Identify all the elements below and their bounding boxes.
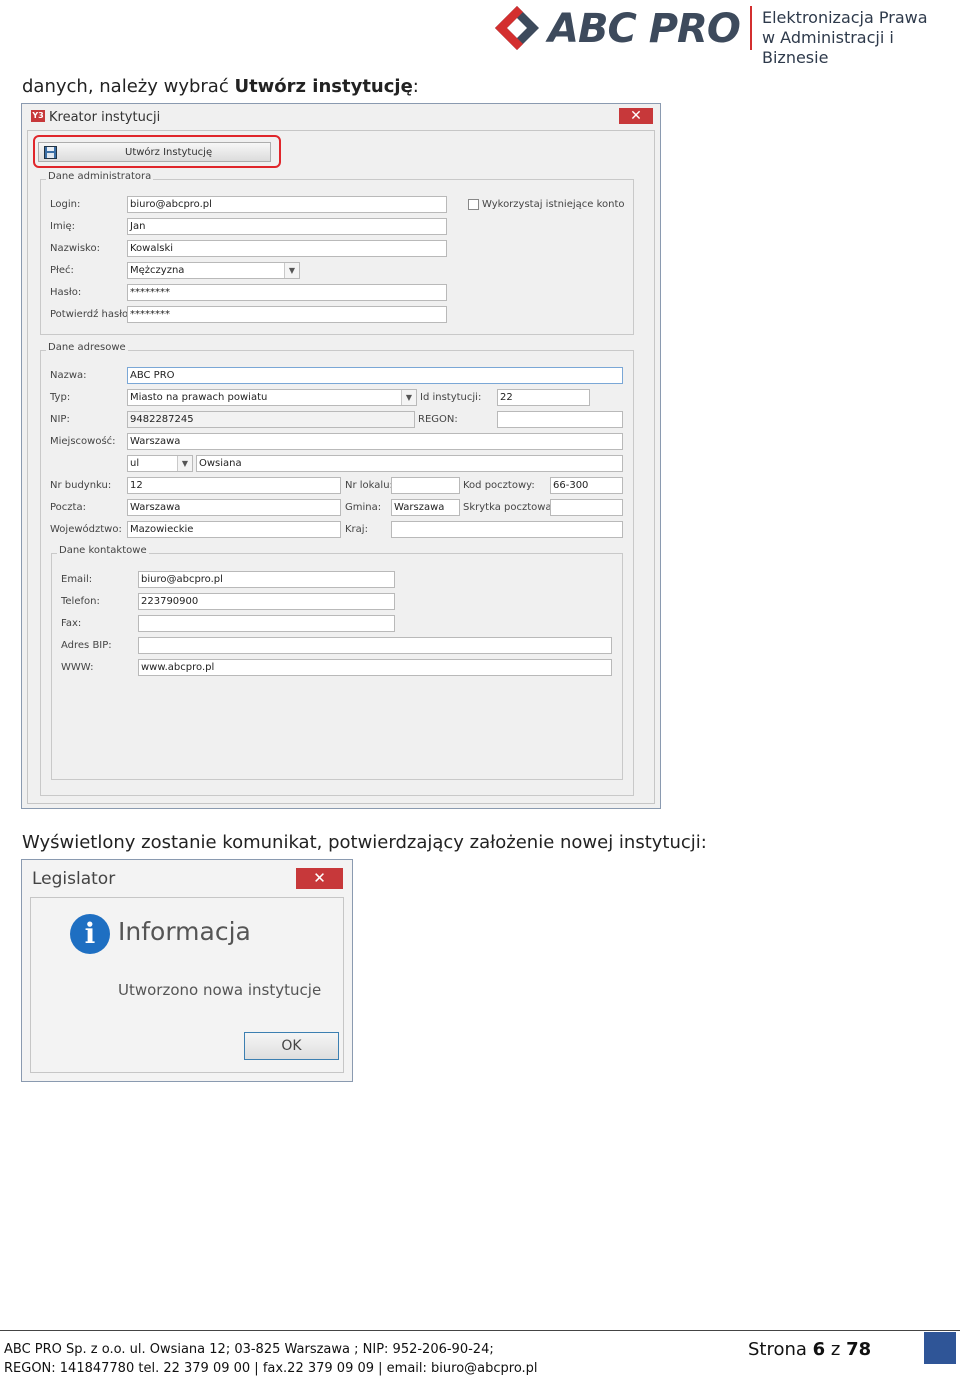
gender-select[interactable]: Mężczyzna ▼ [127, 262, 300, 279]
intro-bold: Utwórz instytucję [234, 76, 413, 97]
password-input[interactable]: ******** [127, 284, 447, 301]
www-label: WWW: [61, 662, 94, 673]
dialog-heading: Informacja [118, 917, 251, 946]
street-prefix-value: ul [130, 458, 140, 469]
address-group-title: Dane adresowe [46, 342, 128, 353]
admin-group-title: Dane administratora [46, 171, 154, 182]
type-select[interactable]: Miasto na prawach powiatu ▼ [127, 389, 417, 406]
regon-input[interactable] [497, 411, 623, 428]
brand-name: ABC PRO [548, 6, 741, 52]
commune-input[interactable]: Warszawa [391, 499, 460, 516]
use-existing-checkbox[interactable] [468, 199, 479, 210]
pobox-label: Skrytka pocztowa: [463, 502, 555, 513]
intro-prefix: danych, należy wybrać [22, 76, 235, 97]
institution-id-input[interactable]: 22 [497, 389, 590, 406]
institution-id-label: Id instytucji: [420, 392, 482, 403]
page-indicator: Strona 6 z 78 [748, 1339, 871, 1360]
local-label: Nr lokalu: [345, 480, 393, 491]
footer-address: ABC PRO Sp. z o.o. ul. Owsiana 12; 03-82… [4, 1340, 538, 1378]
nip-label: NIP: [50, 414, 70, 425]
dialog-message: Utworzono nowa instytucje [118, 981, 322, 999]
city-input[interactable]: Warszawa [127, 433, 623, 450]
email-input[interactable]: biuro@abcpro.pl [138, 571, 395, 588]
www-input[interactable]: www.abcpro.pl [138, 659, 612, 676]
first-name-input[interactable]: Jan [127, 218, 447, 235]
logo-separator [750, 6, 752, 50]
login-label: Login: [50, 199, 81, 210]
postal-input[interactable]: 66-300 [550, 477, 623, 494]
save-icon [44, 146, 57, 159]
create-button-label: Utwórz Instytucję [125, 147, 213, 158]
street-input[interactable]: Owsiana [196, 455, 623, 472]
dialog-close-button[interactable]: ✕ [296, 868, 343, 889]
phone-input[interactable]: 223790900 [138, 593, 395, 610]
country-label: Kraj: [345, 524, 368, 535]
footer-brand-block [924, 1332, 956, 1364]
email-label: Email: [61, 574, 93, 585]
first-name-label: Imię: [50, 221, 75, 232]
ok-button[interactable]: OK [244, 1032, 339, 1060]
intro-paragraph: danych, należy wybrać Utwórz instytucję: [22, 76, 419, 97]
voivodeship-label: Województwo: [50, 524, 122, 535]
contact-group-title: Dane kontaktowe [57, 545, 149, 556]
phone-label: Telefon: [61, 596, 100, 607]
gender-label: Płeć: [50, 265, 74, 276]
page-mid: z [825, 1339, 847, 1360]
building-label: Nr budynku: [50, 480, 112, 491]
fax-label: Fax: [61, 618, 82, 629]
last-name-input[interactable]: Kowalski [127, 240, 447, 257]
nip-input[interactable]: 9482287245 [127, 411, 415, 428]
create-institution-button[interactable]: Utwórz Instytucję [38, 142, 271, 162]
name-input[interactable]: ABC PRO [127, 367, 623, 384]
chevron-down-icon[interactable]: ▼ [401, 390, 416, 405]
post-label: Poczta: [50, 502, 86, 513]
password-label: Hasło: [50, 287, 82, 298]
login-input[interactable]: biuro@abcpro.pl [127, 196, 447, 213]
tagline-line1: Elektronizacja Prawa [762, 8, 928, 27]
wizard-close-button[interactable]: ✕ [619, 108, 653, 124]
confirmation-paragraph: Wyświetlony zostanie komunikat, potwierd… [22, 832, 707, 853]
page-number: 6 [812, 1339, 826, 1360]
regon-label: REGON: [418, 414, 458, 425]
fax-input[interactable] [138, 615, 395, 632]
page-total: 78 [846, 1339, 872, 1360]
post-input[interactable]: Warszawa [127, 499, 341, 516]
building-input[interactable]: 12 [127, 477, 341, 494]
use-existing-label: Wykorzystaj istniejące konto [482, 199, 625, 210]
page-prefix: Strona [748, 1339, 813, 1360]
confirm-password-input[interactable]: ******** [127, 306, 447, 323]
chevron-down-icon[interactable]: ▼ [177, 456, 192, 471]
postal-label: Kod pocztowy: [463, 480, 535, 491]
country-input[interactable] [391, 521, 623, 538]
gender-value: Mężczyzna [130, 265, 185, 276]
dialog-title: Legislator [32, 869, 116, 889]
info-icon: i [70, 914, 110, 954]
chevron-down-icon[interactable]: ▼ [284, 263, 299, 278]
bip-label: Adres BIP: [61, 640, 112, 651]
confirm-password-label: Potwierdź hasło: [50, 309, 132, 320]
bip-input[interactable] [138, 637, 612, 654]
wizard-window: Y3 Kreator instytucji ✕ Utwórz Instytucj… [21, 103, 661, 809]
type-value: Miasto na prawach powiatu [130, 392, 268, 403]
type-label: Typ: [50, 392, 71, 403]
footer-divider [0, 1330, 960, 1331]
street-prefix-select[interactable]: ul ▼ [127, 455, 193, 472]
footer-line1: ABC PRO Sp. z o.o. ul. Owsiana 12; 03-82… [4, 1342, 494, 1357]
intro-suffix: : [412, 76, 419, 97]
last-name-label: Nazwisko: [50, 243, 100, 254]
city-label: Miejscowość: [50, 436, 116, 447]
app-icon: Y3 [31, 110, 45, 122]
local-input[interactable] [391, 477, 460, 494]
legislator-dialog: Legislator ✕ i Informacja Utworzono nowa… [21, 859, 353, 1082]
name-label: Nazwa: [50, 370, 87, 381]
wizard-title: Kreator instytucji [49, 110, 161, 125]
tagline-line2: w Administracji i Biznesie [762, 28, 894, 67]
commune-label: Gmina: [345, 502, 382, 513]
brand-tagline: Elektronizacja Prawa w Administracji i B… [762, 8, 960, 68]
abc-pro-logo-icon [495, 6, 539, 50]
pobox-input[interactable] [550, 499, 623, 516]
voivodeship-input[interactable]: Mazowieckie [127, 521, 341, 538]
footer-line2: REGON: 141847780 tel. 22 379 09 00 | fax… [4, 1361, 538, 1376]
